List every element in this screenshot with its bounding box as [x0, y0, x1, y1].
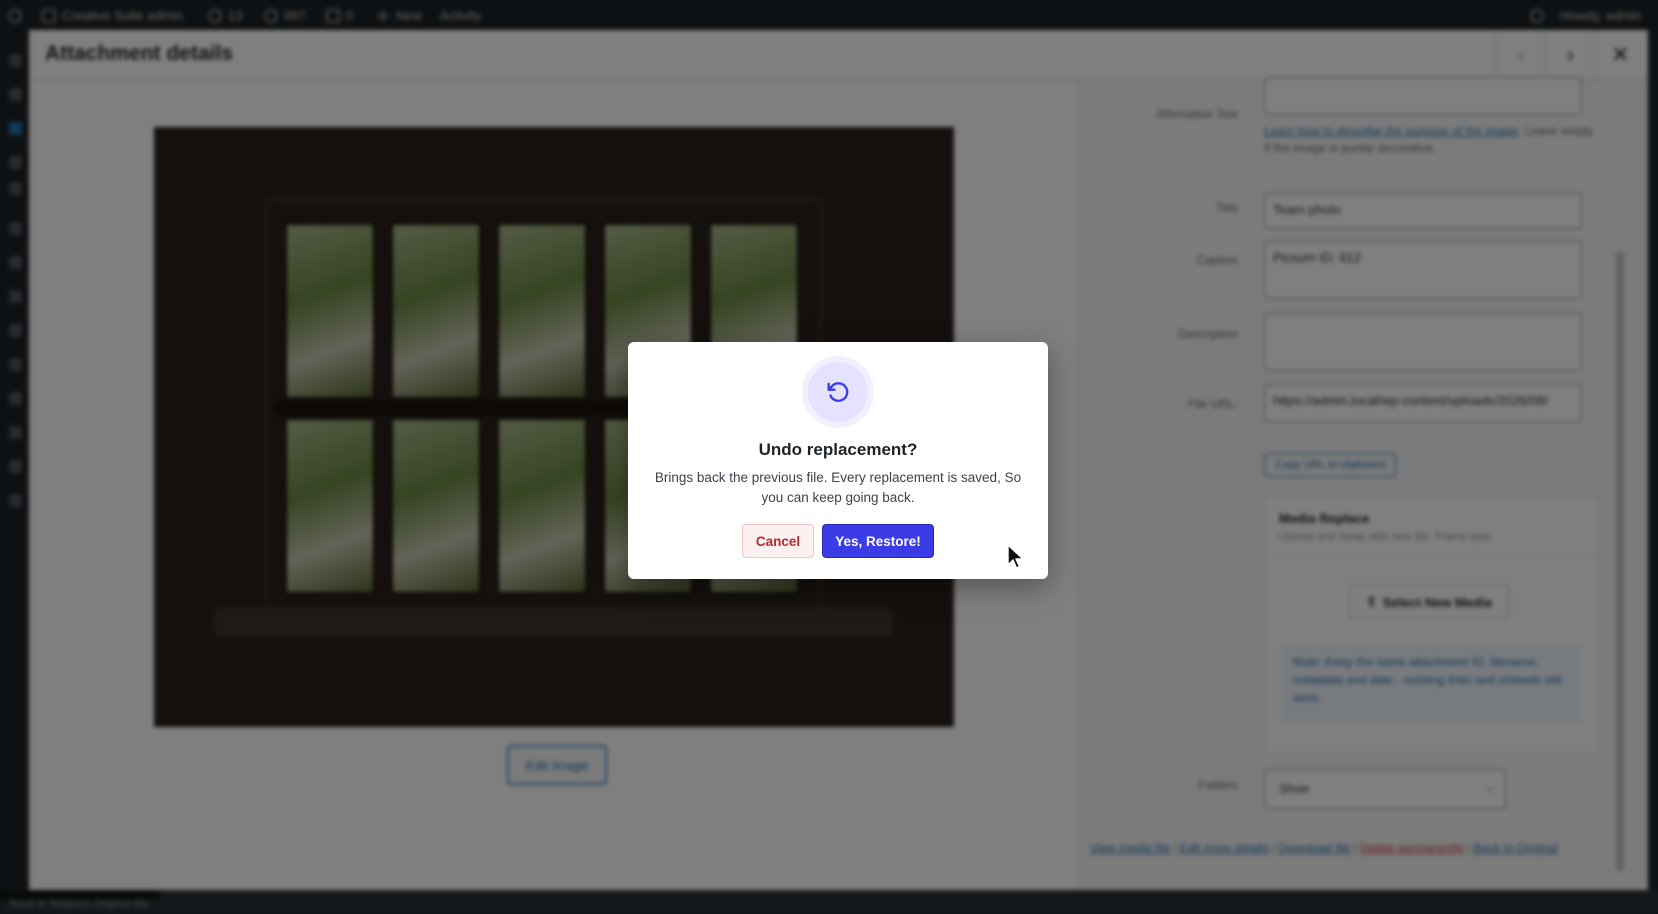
cancel-button[interactable]: Cancel: [742, 524, 814, 558]
undo-icon: [808, 362, 868, 422]
mouse-cursor-icon: [1007, 544, 1024, 569]
yes-restore-button[interactable]: Yes, Restore!: [822, 524, 934, 558]
dialog-description: Brings back the previous file. Every rep…: [654, 470, 1022, 505]
dialog-icon-ring: [802, 356, 874, 428]
undo-replacement-dialog: Undo replacement? Brings back the previo…: [628, 342, 1048, 579]
dialog-title: Undo replacement?: [758, 440, 918, 459]
